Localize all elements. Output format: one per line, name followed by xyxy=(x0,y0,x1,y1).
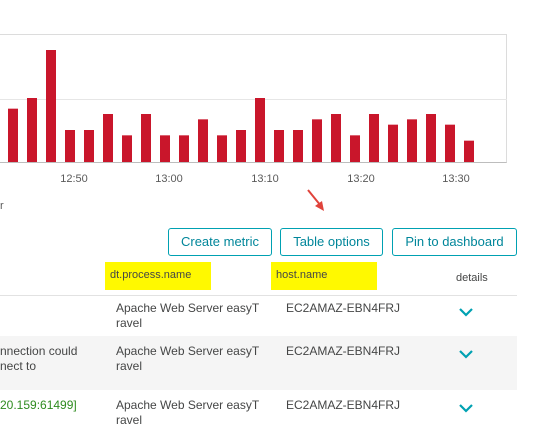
chart-bar xyxy=(445,124,455,162)
chart-bar xyxy=(65,130,75,162)
process-name-line: ravel xyxy=(116,316,143,330)
table-options-button[interactable]: Table options xyxy=(280,228,383,256)
chart-bar xyxy=(388,124,398,162)
message-cell: nnection could nect to xyxy=(0,344,100,374)
chart-bar xyxy=(464,140,474,162)
chart-bar xyxy=(350,135,360,162)
x-tick-label: 13:10 xyxy=(251,173,279,185)
host-name-cell: EC2AMAZ-EBN4FRJ xyxy=(286,398,401,412)
chart-bar xyxy=(122,135,132,162)
message-line: 20.159:61499] xyxy=(0,398,77,412)
host-name-cell: EC2AMAZ-EBN4FRJ xyxy=(286,344,401,358)
message-line: nnection could xyxy=(0,344,78,358)
message-line: nect to xyxy=(0,359,37,373)
chart-bar xyxy=(426,114,436,162)
host-name-cell: EC2AMAZ-EBN4FRJ xyxy=(286,301,401,315)
message-cell: 20.159:61499] xyxy=(0,398,100,413)
chart-bar xyxy=(27,98,37,162)
chart-bar xyxy=(141,114,151,162)
chart-bar xyxy=(274,130,284,162)
chart-bar xyxy=(369,114,379,162)
chart-bar xyxy=(293,130,303,162)
chart-svg xyxy=(8,50,474,162)
column-header-details: details xyxy=(456,272,488,284)
chart-bar xyxy=(179,135,189,162)
table-row: 20.159:61499] Apache Web Server easyT ra… xyxy=(0,390,517,427)
process-name-line: Apache Web Server easyT xyxy=(116,398,260,412)
process-name-line: Apache Web Server easyT xyxy=(116,344,260,358)
chart-bar xyxy=(84,130,94,162)
process-name-line: Apache Web Server easyT xyxy=(116,301,260,315)
chart-bar xyxy=(255,98,265,162)
column-header-process[interactable]: dt.process.name xyxy=(105,262,211,290)
table-row: nnection could nect to Apache Web Server… xyxy=(0,336,517,390)
process-name-cell: Apache Web Server easyT ravel xyxy=(116,301,268,331)
arrow-icon xyxy=(307,189,324,211)
create-metric-button[interactable]: Create metric xyxy=(168,228,272,256)
x-tick-label: 13:20 xyxy=(347,173,375,185)
column-header-host[interactable]: host.name xyxy=(271,262,377,290)
chart-bar xyxy=(331,114,341,162)
chart-bar xyxy=(103,114,113,162)
chart-bar xyxy=(46,50,56,162)
chart-bar xyxy=(236,130,246,162)
chevron-down-icon[interactable] xyxy=(458,306,474,318)
process-name-cell: Apache Web Server easyT ravel xyxy=(116,344,268,374)
x-tick-label: 12:50 xyxy=(60,173,88,185)
chevron-down-icon[interactable] xyxy=(458,402,474,414)
bar-chart: 12:50 13:00 13:10 13:20 13:30 r xyxy=(0,0,533,220)
chevron-down-icon[interactable] xyxy=(458,348,474,360)
x-tick-label: 13:30 xyxy=(442,173,470,185)
chart-bar xyxy=(198,119,208,162)
table-row: Apache Web Server easyT ravel EC2AMAZ-EB… xyxy=(0,296,517,336)
chart-bar xyxy=(160,135,170,162)
process-name-line: ravel xyxy=(116,413,143,427)
x-tick-label: 13:00 xyxy=(155,173,183,185)
pin-to-dashboard-button[interactable]: Pin to dashboard xyxy=(392,228,517,256)
legend-fragment: r xyxy=(0,200,4,212)
chart-bar xyxy=(217,135,227,162)
process-name-line: ravel xyxy=(116,359,143,373)
chart-bar xyxy=(8,108,18,162)
table-header: dt.process.name host.name details xyxy=(0,262,517,296)
chart-bar xyxy=(407,119,417,162)
chart-bar xyxy=(312,119,322,162)
